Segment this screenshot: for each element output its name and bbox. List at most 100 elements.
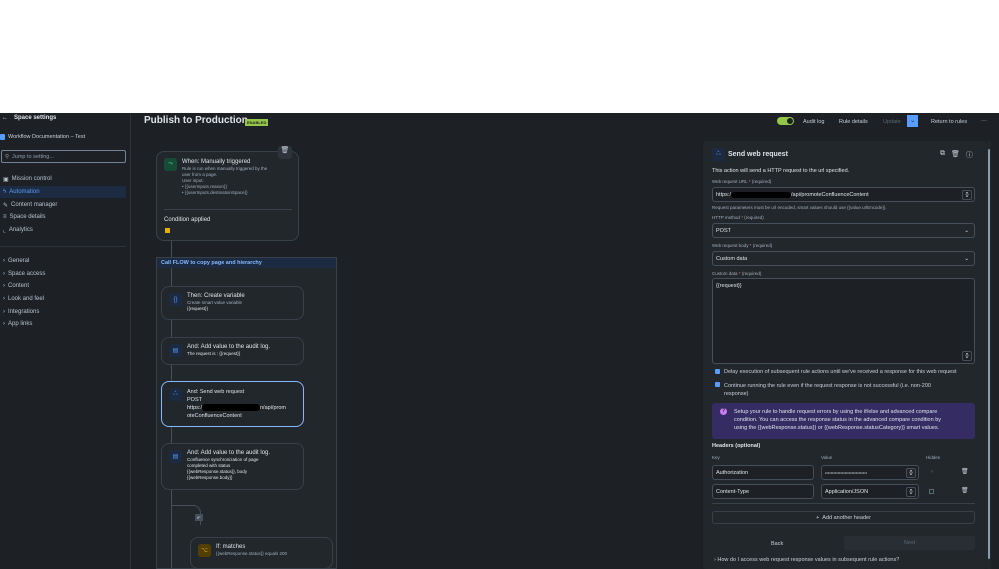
- info-icon[interactable]: ⓘ: [966, 150, 973, 160]
- update-button[interactable]: Update: [883, 119, 901, 125]
- header-value-input[interactable]: ••••••••••••••••••••••••••••••{}: [821, 465, 919, 480]
- group-integrations[interactable]: › Integrations: [0, 306, 126, 318]
- trigger-icon: ⤳: [164, 158, 177, 171]
- redacted: [730, 191, 791, 198]
- smart-value-button[interactable]: {}: [962, 189, 972, 200]
- search-icon: ⚲: [5, 153, 10, 160]
- webhook-icon: ஃ: [169, 388, 182, 401]
- status-badge: ENABLED: [245, 119, 269, 126]
- audit-log-button[interactable]: Audit log: [803, 119, 824, 125]
- header-key-input[interactable]: Content-Type: [712, 484, 814, 499]
- header-value-input[interactable]: Application/JSON{}: [821, 484, 919, 499]
- faq-expander[interactable]: › How do I access web request response v…: [714, 557, 899, 563]
- hidden-checkbox[interactable]: [929, 489, 934, 494]
- step-desc: The request is : {{request}}: [187, 351, 241, 356]
- braces-icon: {}: [169, 293, 182, 306]
- trigger-card[interactable]: ⤳ When: Manually triggered Rule is run w…: [156, 151, 299, 241]
- divider: [712, 503, 975, 504]
- add-header-button[interactable]: + Add another header: [712, 511, 975, 524]
- if-card[interactable]: ⌥ If: matches {{webResponse.status}} equ…: [190, 537, 333, 569]
- delete-icon[interactable]: 🗑: [278, 146, 292, 159]
- custom-data-textarea[interactable]: {{request}}{}: [712, 278, 975, 364]
- if-title: If: matches: [216, 544, 246, 550]
- hidden-check-icon[interactable]: ✓: [930, 469, 934, 475]
- step-title: And: Add value to the audit log.: [187, 450, 271, 456]
- smart-value-button[interactable]: {}: [962, 351, 972, 361]
- return-to-rules-button[interactable]: Return to rules: [931, 119, 967, 125]
- rule-details-button[interactable]: Rule details: [839, 119, 868, 125]
- body-select[interactable]: Custom data ⌄: [712, 251, 975, 266]
- chevron-down-icon: ⌄: [964, 255, 969, 262]
- step-audit-log-2[interactable]: ▤ And: Add value to the audit log. Confl…: [161, 443, 304, 490]
- group-general[interactable]: › General: [0, 255, 126, 267]
- url-input[interactable]: https://api/promoteConfluenceContent{}: [712, 187, 975, 202]
- step-desc: Confluence synchronization of page comple…: [187, 457, 259, 480]
- arrow-left-icon: ←: [2, 115, 8, 121]
- step-send-web-request[interactable]: ஃ And: Send web request POST https:/n/api/…: [161, 381, 304, 427]
- back-button[interactable]: ← Space settings: [2, 115, 56, 121]
- setting-search-input[interactable]: ⚲ Jump to setting...: [1, 150, 126, 163]
- step-desc: Create smart value variable {{request}}: [187, 300, 243, 311]
- step-title: Then: Create variable: [187, 293, 245, 299]
- sidebar-item-analytics[interactable]: ⌞ Analytics: [0, 224, 126, 236]
- url-label: Web request URL * (required): [712, 179, 772, 184]
- trash-icon[interactable]: 🗑: [961, 487, 969, 494]
- step-content: And: Send web request POST https:/n/api/pr…: [187, 389, 286, 419]
- col-hidden: Hidden: [926, 455, 941, 460]
- if-badge: IF: [195, 514, 203, 521]
- chevron-right-icon: ›: [3, 321, 5, 327]
- board-icon: ▣: [3, 176, 9, 183]
- panel-description: This action will send a HTTP request to …: [712, 168, 850, 174]
- sidebar-item-mission-control[interactable]: ▣ Mission control: [0, 173, 126, 185]
- redacted: [201, 404, 260, 412]
- group-app-links[interactable]: › App links: [0, 318, 126, 330]
- space-name[interactable]: Workflow Documentation – Test: [0, 134, 85, 140]
- header-key-input[interactable]: Authorization: [712, 465, 814, 480]
- smart-value-button[interactable]: {}: [906, 486, 916, 497]
- chevron-right-icon: ›: [3, 283, 5, 289]
- next-button[interactable]: Next: [844, 536, 975, 550]
- headers-title: Headers (optional): [712, 443, 761, 449]
- group-content[interactable]: › Content: [0, 280, 126, 292]
- step-audit-log[interactable]: ▤ And: Add value to the audit log. The r…: [161, 337, 304, 365]
- webhook-icon: ஃ: [712, 148, 725, 161]
- chevron-right-icon: ›: [3, 309, 5, 315]
- method-select[interactable]: POST ⌄: [712, 223, 975, 238]
- continue-checkbox[interactable]: [715, 382, 720, 387]
- automation-app: ← Space settings Workflow Documentation –…: [0, 113, 999, 569]
- delay-checkbox[interactable]: [715, 369, 720, 374]
- content-icon: ✎: [3, 202, 9, 209]
- branch-label: Call FLOW to copy page and hierarchy: [157, 258, 336, 268]
- scrollbar[interactable]: [987, 141, 991, 569]
- condition-icon: [165, 228, 170, 233]
- chevron-right-icon: ›: [3, 271, 5, 277]
- condition-label: Condition applied: [164, 217, 211, 223]
- if-desc: {{webResponse.status}} equals 200: [216, 551, 288, 556]
- continue-label: Continue running the rule even if the re…: [724, 383, 931, 397]
- more-icon[interactable]: ···: [981, 118, 987, 124]
- chevron-right-icon: ›: [3, 296, 5, 302]
- log-icon: ▤: [169, 450, 182, 463]
- panel-title: Send web request: [728, 151, 788, 158]
- chevron-down-icon: ⌄: [964, 227, 969, 234]
- step-create-variable[interactable]: {} Then: Create variable Create smart va…: [161, 286, 304, 320]
- group-space-access[interactable]: › Space access: [0, 268, 126, 280]
- chevron-down-icon[interactable]: ⌄: [907, 115, 918, 127]
- sidebar-item-automation[interactable]: ϟ Automation: [0, 186, 126, 198]
- divider: [0, 246, 126, 247]
- enable-toggle[interactable]: [777, 117, 794, 125]
- smart-value-button[interactable]: {}: [906, 467, 916, 478]
- method-label: HTTP method * (required): [712, 215, 764, 220]
- branch-icon: ⌥: [198, 544, 211, 557]
- copy-icon[interactable]: ⧉: [940, 150, 945, 160]
- trash-icon[interactable]: 🗑: [951, 150, 960, 160]
- sidebar: ← Space settings Workflow Documentation –…: [0, 113, 131, 569]
- sidebar-item-space-details[interactable]: ≡ Space details: [0, 211, 126, 223]
- back-button[interactable]: Back: [771, 541, 783, 547]
- group-look-and-feel[interactable]: › Look and feel: [0, 293, 126, 305]
- log-icon: ▤: [169, 344, 182, 357]
- chevron-right-icon: ›: [3, 258, 5, 264]
- sidebar-item-content-manager[interactable]: ✎ Content manager: [0, 199, 126, 211]
- trash-icon[interactable]: 🗑: [961, 468, 969, 475]
- divider: [164, 209, 292, 210]
